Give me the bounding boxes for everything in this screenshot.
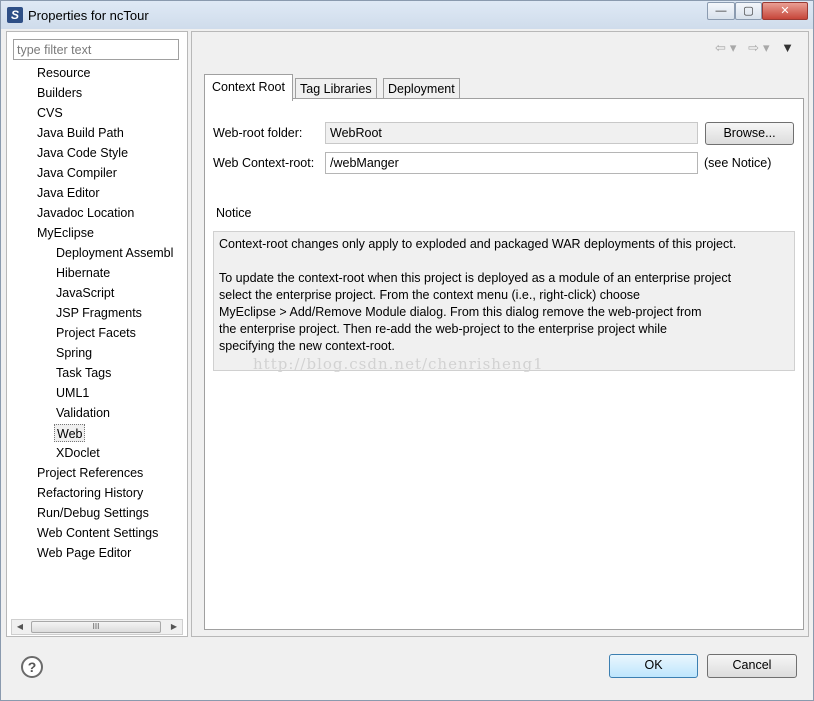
tree-item-hibernate[interactable]: Hibernate <box>56 264 187 282</box>
properties-sidebar: Resource Builders CVS Java Build Path Java C… <box>6 31 188 637</box>
notice-line: specifying the new context-root. <box>219 339 395 353</box>
watermark-text: http://blog.csdn.net/chenrisheng1 <box>253 355 544 373</box>
tree-item-web-content-settings[interactable]: Web Content Settings <box>37 524 187 542</box>
notice-line: Context-root changes only apply to explo… <box>219 237 737 251</box>
cancel-button[interactable]: Cancel <box>707 654 797 678</box>
tab-tag-libraries[interactable]: Tag Libraries <box>295 78 377 100</box>
close-button[interactable]: ✕ <box>762 2 808 20</box>
tree-item-cvs[interactable]: CVS <box>37 104 187 122</box>
tree-item-xdoclet[interactable]: XDoclet <box>56 444 187 462</box>
tree-item-java-code-style[interactable]: Java Code Style <box>37 144 187 162</box>
tab-context-root[interactable]: Context Root <box>204 74 293 101</box>
notice-line: MyEclipse > Add/Remove Module dialog. Fr… <box>219 305 702 319</box>
tree-item-javascript[interactable]: JavaScript <box>56 284 187 302</box>
tree-item-uml1[interactable]: UML1 <box>56 384 187 402</box>
help-icon[interactable]: ? <box>21 656 43 678</box>
tree-item-validation[interactable]: Validation <box>56 404 187 422</box>
scroll-thumb[interactable]: III <box>31 621 161 633</box>
tree-item-java-editor[interactable]: Java Editor <box>37 184 187 202</box>
tab-deployment[interactable]: Deployment <box>383 78 460 100</box>
web-root-field: WebRoot <box>325 122 698 144</box>
scroll-right-icon[interactable]: ▶ <box>166 620 182 634</box>
notice-heading: Notice <box>216 206 252 220</box>
context-root-label: Web Context-root: <box>213 156 315 170</box>
title-bar: S Properties for ncTour — ▢ ✕ <box>1 1 813 29</box>
history-navigation: ⇦▾ ⇨▾ ▼ <box>715 40 798 56</box>
see-notice-text: (see Notice) <box>704 156 772 170</box>
tree-item-java-compiler[interactable]: Java Compiler <box>37 164 187 182</box>
tree-item-javadoc-location[interactable]: Javadoc Location <box>37 204 187 222</box>
browse-button[interactable]: Browse... <box>705 122 794 145</box>
view-menu-icon[interactable]: ▼ <box>781 40 798 55</box>
context-root-input[interactable] <box>325 152 698 174</box>
forward-dropdown-icon[interactable]: ▾ <box>763 40 774 55</box>
forward-arrow-icon[interactable]: ⇨ <box>748 40 763 55</box>
notice-line: select the enterprise project. From the … <box>219 288 641 302</box>
tree-item-myeclipse[interactable]: MyEclipse <box>37 224 187 242</box>
tree-item-spring[interactable]: Spring <box>56 344 187 362</box>
tree-item-builders[interactable]: Builders <box>37 84 187 102</box>
scroll-left-icon[interactable]: ◀ <box>12 620 28 634</box>
filter-input[interactable] <box>13 39 179 60</box>
notice-line: To update the context-root when this pro… <box>219 271 732 285</box>
minimize-button[interactable]: — <box>707 2 735 20</box>
back-arrow-icon[interactable]: ⇦ <box>715 40 730 55</box>
ok-button[interactable]: OK <box>609 654 698 678</box>
tree-item-java-build-path[interactable]: Java Build Path <box>37 124 187 142</box>
properties-dialog: S Properties for ncTour — ▢ ✕ Resource Bu… <box>0 0 814 701</box>
context-root-tab-body: Web-root folder: WebRoot Browse... Web C… <box>204 98 804 630</box>
notice-text-area: Context-root changes only apply to explo… <box>213 231 795 371</box>
back-dropdown-icon[interactable]: ▾ <box>730 40 741 55</box>
tree-item-task-tags[interactable]: Task Tags <box>56 364 187 382</box>
tree-item-project-references[interactable]: Project References <box>37 464 187 482</box>
sidebar-horizontal-scrollbar[interactable]: ◀ III ▶ <box>11 619 183 635</box>
tree-item-deployment-assembl[interactable]: Deployment Assembl <box>56 244 187 262</box>
maximize-button[interactable]: ▢ <box>735 2 762 20</box>
notice-line: the enterprise project. Then re-add the … <box>219 322 667 336</box>
tree-item-web[interactable]: Web <box>54 424 86 442</box>
tree-item-resource[interactable]: Resource <box>37 64 187 82</box>
myeclipse-app-icon: S <box>7 7 23 23</box>
web-root-label: Web-root folder: <box>213 126 303 140</box>
content-panel: ⇦▾ ⇨▾ ▼ Context Root Tag Libraries Deplo… <box>191 31 809 637</box>
window-title: Properties for ncTour <box>28 8 149 23</box>
tree-item-run-debug-settings[interactable]: Run/Debug Settings <box>37 504 187 522</box>
tree-item-project-facets[interactable]: Project Facets <box>56 324 187 342</box>
tree-item-web-page-editor[interactable]: Web Page Editor <box>37 544 187 562</box>
tree-item-refactoring-history[interactable]: Refactoring History <box>37 484 187 502</box>
tree-item-jsp-fragments[interactable]: JSP Fragments <box>56 304 187 322</box>
